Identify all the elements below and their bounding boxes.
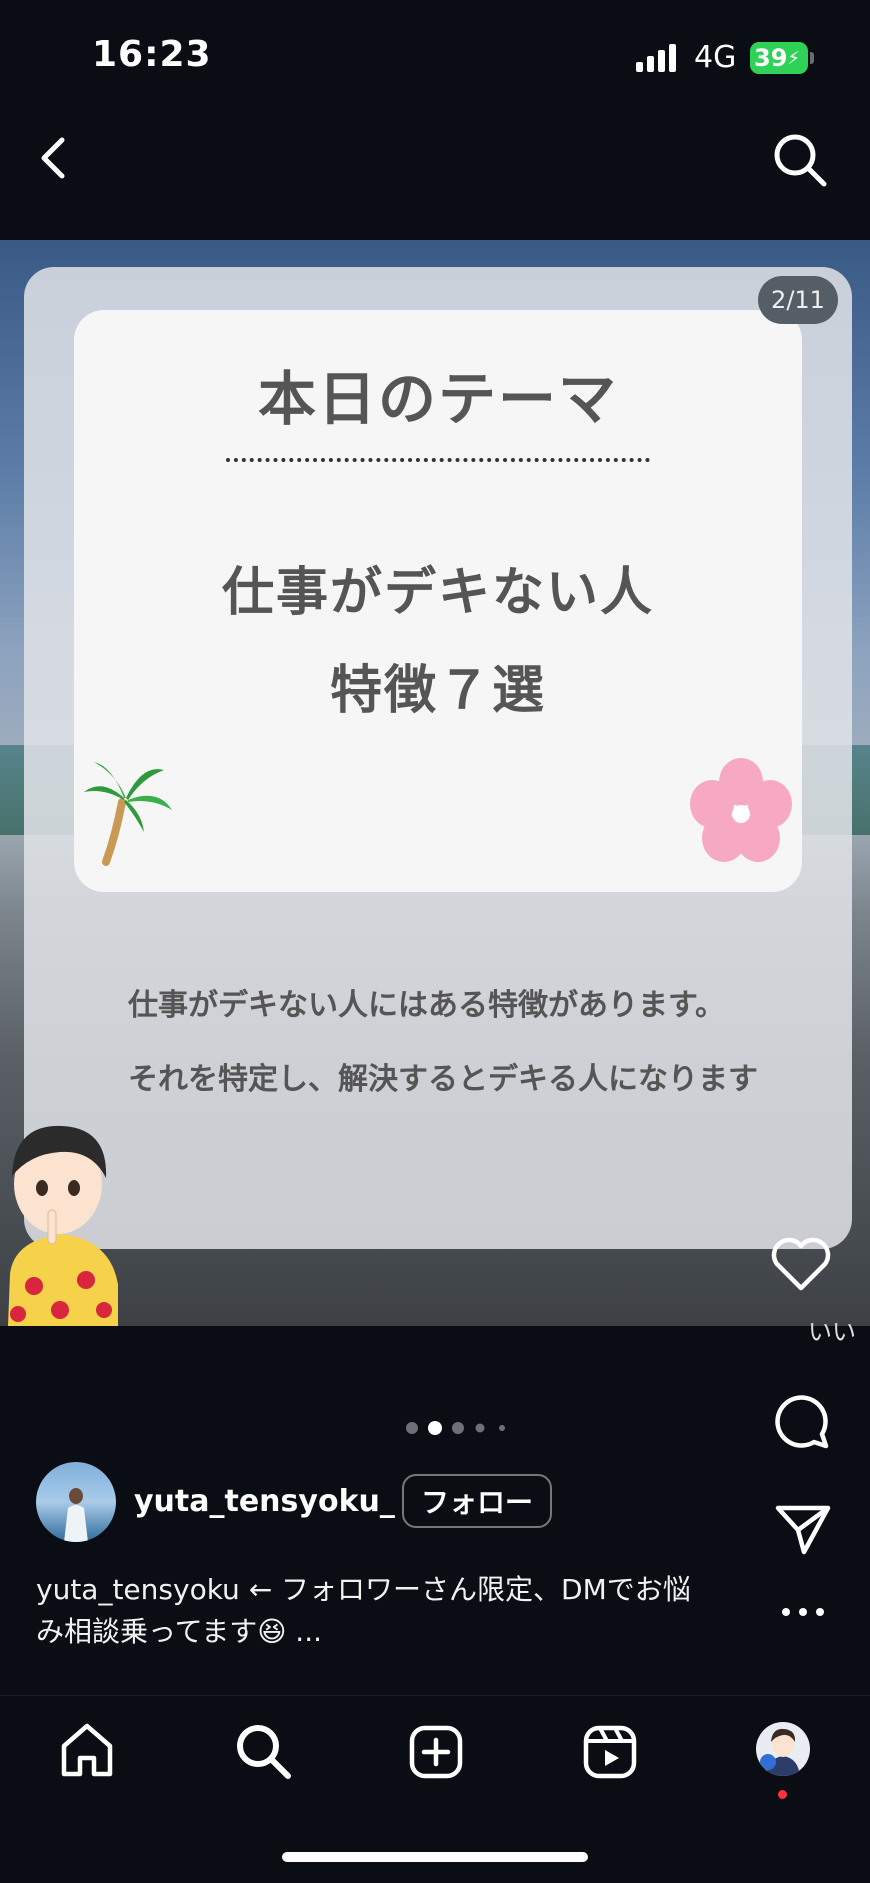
reels-icon[interactable] [582, 1724, 638, 1780]
slide-subtitle-line1: 仕事がデキない人 [221, 563, 654, 623]
account-username[interactable]: yuta_tensyoku_ [134, 1484, 395, 1519]
caption-line2[interactable]: み相談乗ってます😆 ... [36, 1610, 322, 1650]
search-icon[interactable] [772, 132, 828, 188]
network-type: 4G [694, 40, 737, 75]
battery-tip [810, 52, 814, 64]
create-icon[interactable] [408, 1724, 464, 1780]
carousel-indicator [406, 1421, 505, 1435]
share-icon[interactable] [774, 1502, 832, 1556]
slide-subtitle-line2: 特徴７選 [329, 661, 546, 721]
more-icon[interactable] [780, 1606, 826, 1618]
home-icon[interactable] [58, 1722, 116, 1780]
person-photo-icon [64, 1488, 88, 1542]
signal-icon [636, 44, 676, 72]
battery-level: 39 [754, 44, 788, 72]
comment-icon[interactable] [774, 1394, 830, 1450]
heart-icon[interactable] [770, 1236, 832, 1292]
profile-icon[interactable] [756, 1722, 810, 1776]
back-icon[interactable] [34, 132, 74, 184]
battery-indicator: 39 ⚡ [750, 42, 808, 74]
notification-dot [778, 1790, 787, 1799]
status-time: 16:23 [92, 34, 212, 75]
home-indicator[interactable] [282, 1852, 588, 1862]
flower-icon [690, 758, 792, 862]
slide-body-line2: それを特定し、解決するとデキる人になります [128, 1062, 758, 1097]
character-illustration [8, 1125, 118, 1326]
slide-body-line1: 仕事がデキない人にはある特徴があります。 [128, 988, 725, 1023]
palm-tree-icon [84, 762, 172, 866]
like-label: いい [808, 1318, 856, 1346]
caption-line1[interactable]: yuta_tensyoku ← フォロワーさん限定、DMでお悩 [36, 1568, 691, 1608]
account-avatar[interactable] [36, 1462, 116, 1542]
dotted-divider [226, 458, 650, 462]
follow-button[interactable]: フォロー [402, 1474, 552, 1528]
slide-title: 本日のテーマ [257, 365, 618, 433]
profile-avatar-icon [760, 1728, 800, 1776]
search-nav-icon[interactable] [234, 1722, 292, 1780]
page-counter: 2/11 [758, 276, 838, 324]
